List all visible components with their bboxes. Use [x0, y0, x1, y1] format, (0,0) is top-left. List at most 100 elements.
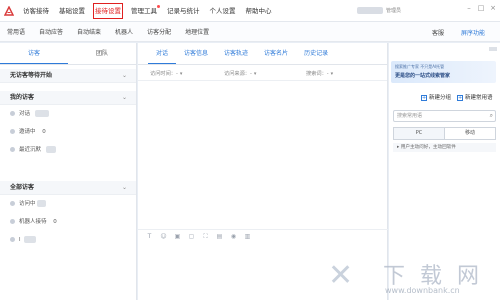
app-logo-icon [3, 5, 15, 16]
list-item[interactable]: 机器人接待 0 [0, 213, 136, 231]
status-dot-icon [10, 219, 15, 224]
file-icon[interactable]: ▤ [216, 233, 223, 240]
row-label: 对话 [19, 111, 31, 117]
caret-down-icon: ▾ [330, 71, 334, 77]
visitor-filter-bar: 访问时间：- ▾ 访问来源：- ▾ 搜索词：- ▾ [138, 65, 387, 81]
main-menu: 访客接待 基础设置 接待设置 管理工具 记录与统计 个人设置 帮助中心 [18, 0, 277, 22]
blurred-count [35, 110, 49, 117]
section-all-visitors-header[interactable]: 全部访客 ⌄ [0, 181, 136, 195]
watermark-logo-icon: ✕ [328, 258, 354, 293]
row-count: 0 [42, 129, 46, 135]
subtab-visitor-assignment[interactable]: 访客分配 [140, 27, 178, 36]
chevron-down-icon[interactable]: ⌄ [122, 69, 127, 83]
feature-button[interactable]: 屏序功能 [461, 28, 485, 37]
minimize-icon[interactable]: – [465, 4, 473, 12]
chevron-down-icon[interactable]: ⌄ [122, 91, 127, 105]
menu-reception-settings[interactable]: 接待设置 [90, 0, 126, 22]
tab-visitor-info[interactable]: 访客信息 [176, 43, 216, 64]
row-label: 机器人接待 [19, 219, 47, 225]
tab-visitors[interactable]: 访客 [0, 43, 68, 64]
caret-down-icon: ▾ [179, 71, 183, 77]
subtab-auto-end[interactable]: 自动结束 [70, 27, 108, 36]
sub-toolbar: 常用语 自动应答 自动结束 机器人 访客分配 地理位置 [0, 22, 500, 42]
chevron-down-icon[interactable]: ⌄ [122, 181, 127, 195]
visitor-panel: 访客 团队 无访客等待开始 ⌄ 我的访客 ⌄ 对话 邀请中 0 最近沉默 全部访… [0, 43, 137, 300]
phrase-search-input[interactable]: 搜索常用语 ⌕ [393, 110, 496, 122]
conversation-tabs: 对话 访客信息 访客轨迹 访客名片 历史记录 [138, 43, 387, 65]
text-format-icon[interactable]: T [146, 233, 153, 240]
subtab-robot[interactable]: 机器人 [108, 27, 140, 36]
list-item[interactable]: 最近沉默 [0, 141, 136, 159]
emoji-icon[interactable]: ☺ [160, 233, 167, 240]
search-icon[interactable]: ⌕ [490, 112, 493, 120]
subtab-auto-reply[interactable]: 自动应答 [32, 27, 70, 36]
subtab-common-phrases[interactable]: 常用语 [0, 27, 32, 36]
subtab-geo-location[interactable]: 地理位置 [178, 27, 216, 36]
new-group-button[interactable]: + 新建分组 [421, 93, 451, 101]
status-dot-icon [10, 129, 15, 134]
screenshot-icon[interactable]: ▢ [188, 233, 195, 240]
promo-subtitle: 搜索推广专家 不只是AI托管 [395, 64, 445, 69]
tab-pc[interactable]: PC [394, 128, 444, 139]
tab-visitor-track[interactable]: 访客轨迹 [216, 43, 256, 64]
status-dot-icon [10, 201, 15, 206]
account-name-blurred [357, 7, 383, 14]
filter-visit-source[interactable]: 访问来源：- ▾ [224, 70, 256, 77]
customer-service-button[interactable]: 客服 [432, 28, 444, 37]
maximize-icon[interactable]: □ [477, 4, 485, 12]
menu-visitor-reception[interactable]: 访客接待 [18, 0, 54, 22]
row-label: l [19, 237, 21, 243]
tab-visitor-card[interactable]: 访客名片 [256, 43, 296, 64]
list-item[interactable]: 对话 [0, 105, 136, 123]
search-placeholder: 搜索常用语 [397, 113, 423, 119]
status-dot-icon [10, 237, 15, 242]
row-label: 邀请中 [19, 129, 36, 135]
menu-personal-settings[interactable]: 个人设置 [205, 0, 241, 22]
caret-down-icon: ▾ [253, 71, 257, 77]
visitor-panel-tabs: 访客 团队 [0, 43, 136, 65]
plus-icon: + [457, 94, 463, 101]
site-watermark: ✕ 下 载 网 www.downbank.cn [325, 253, 500, 300]
menu-basic-settings[interactable]: 基础设置 [54, 0, 90, 22]
tab-team[interactable]: 团队 [68, 43, 136, 64]
menu-help-center[interactable]: 帮助中心 [241, 0, 277, 22]
section-waiting-title: 无访客等待开始 [10, 72, 53, 79]
row-label: 访问中 [19, 201, 36, 207]
section-my-visitors-title: 我的访客 [10, 94, 35, 101]
crop-icon[interactable]: ⛶ [202, 233, 209, 240]
tab-mobile[interactable]: 移动 [444, 128, 495, 139]
top-menu-bar: 访客接待 基础设置 接待设置 管理工具 记录与统计 个人设置 帮助中心 管理员 … [0, 0, 500, 22]
editor-toolbar: T ☺ ▣ ▢ ⛶ ▤ ◉ ▥ [138, 229, 388, 243]
list-item[interactable]: 访问中 [0, 195, 136, 213]
tab-history[interactable]: 历史记录 [296, 43, 336, 64]
section-my-visitors-header[interactable]: 我的访客 ⌄ [0, 91, 136, 105]
filter-visit-time[interactable]: 访问时间：- ▾ [150, 70, 182, 77]
watermark-url: www.downbank.cn [385, 286, 460, 295]
list-item[interactable]: 邀请中 0 [0, 123, 136, 141]
row-count: 0 [53, 219, 57, 225]
blurred-count [37, 200, 46, 207]
promo-banner[interactable]: 搜索推广专家 不只是AI托管 更是您的一站式线索管家 [391, 61, 496, 83]
document-icon[interactable]: ▥ [244, 233, 251, 240]
section-waiting-header[interactable]: 无访客等待开始 ⌄ [0, 69, 136, 83]
plus-icon: + [421, 94, 427, 101]
filter-search-term[interactable]: 搜索词：- ▾ [306, 70, 333, 77]
blurred-count [46, 146, 56, 153]
menu-management-tools[interactable]: 管理工具 [126, 0, 162, 22]
new-phrase-button[interactable]: + 新建常用语 [457, 93, 493, 101]
close-icon[interactable]: × [489, 4, 497, 12]
section-all-visitors-title: 全部访客 [10, 184, 35, 191]
blurred-count [24, 236, 36, 243]
tab-conversation[interactable]: 对话 [148, 43, 177, 64]
location-icon[interactable]: ◉ [230, 233, 237, 240]
image-icon[interactable]: ▣ [174, 233, 181, 240]
menu-records-stats[interactable]: 记录与统计 [162, 0, 205, 22]
row-label: 最近沉默 [19, 147, 42, 153]
status-dot-icon [10, 111, 15, 116]
status-dot-icon [10, 147, 15, 152]
list-item[interactable]: l [0, 231, 136, 249]
phrase-group-item[interactable]: ▸ 用户主动问好，主动回软件 [393, 143, 496, 152]
promo-title: 更是您的一站式线索管家 [395, 73, 451, 79]
blurred-header-item [489, 47, 497, 51]
user-role-label[interactable]: 管理员 [386, 7, 401, 14]
